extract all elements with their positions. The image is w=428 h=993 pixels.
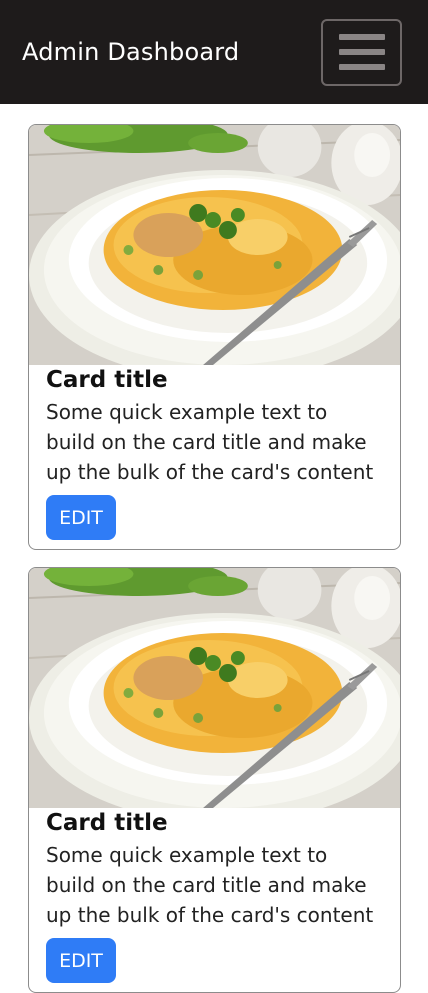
card-text: Some quick example text to build on the … — [46, 400, 374, 484]
navbar-brand[interactable]: Admin Dashboard — [22, 38, 239, 66]
card-body: Card title Some quick example text to bu… — [29, 365, 400, 549]
food-card: Card title Some quick example text to bu… — [28, 124, 401, 550]
toggler-bar — [338, 34, 385, 40]
card-text: Some quick example text to build on the … — [46, 843, 374, 927]
top-navbar: Admin Dashboard — [0, 0, 428, 104]
toggler-bar — [338, 49, 385, 55]
pasta-plate-image — [29, 125, 400, 365]
card-list: Card title Some quick example text to bu… — [0, 104, 428, 993]
pasta-plate-image — [29, 568, 400, 808]
card-title: Card title — [46, 367, 168, 393]
card-title: Card title — [46, 810, 168, 836]
edit-button[interactable]: EDIT — [46, 938, 116, 983]
card-body: Card title Some quick example text to bu… — [29, 808, 400, 992]
edit-button[interactable]: EDIT — [46, 495, 116, 540]
food-card: Card title Some quick example text to bu… — [28, 567, 401, 993]
hamburger-menu-icon[interactable] — [321, 18, 402, 86]
toggler-bar — [338, 64, 385, 70]
